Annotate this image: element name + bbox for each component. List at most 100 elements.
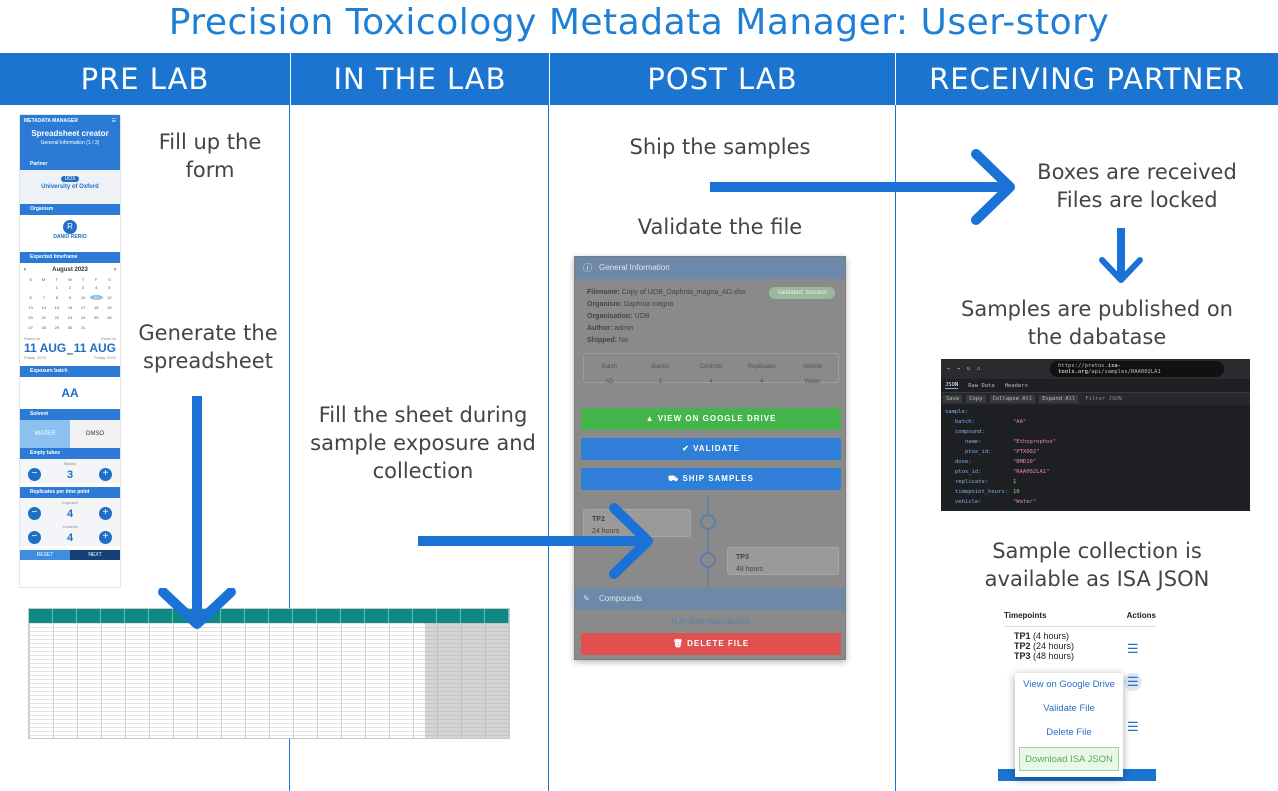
weekday-label: S (29, 277, 32, 282)
tab-raw-data[interactable]: Raw Data (968, 383, 995, 389)
arrow-ship-shaft (710, 182, 1010, 192)
next-button[interactable]: NEXT (70, 550, 120, 560)
menu-icon[interactable]: ☰ (112, 118, 116, 124)
calendar-day[interactable]: 30 (63, 325, 76, 330)
organism-code[interactable]: R (63, 220, 77, 234)
back-icon[interactable]: ← (947, 366, 950, 372)
calendar-day[interactable]: 29 (50, 325, 63, 330)
expand-all-button[interactable]: Expand All (1039, 395, 1079, 403)
calendar-day[interactable]: 8 (50, 295, 63, 300)
json-value: "PTX002" (1013, 449, 1040, 455)
calendar-day[interactable]: 19 (103, 305, 116, 310)
delete-file-button[interactable]: 🗑 DELETE FILE (581, 633, 841, 655)
timepoint-label: TP1 (1014, 631, 1031, 641)
calendar-month: August 2023 (52, 267, 88, 273)
calendar-day[interactable]: 3 (77, 285, 90, 290)
timepoint-hours: (4 hours) (1033, 631, 1070, 641)
calendar-day[interactable]: 12 (103, 295, 116, 300)
plus-icon[interactable]: + (99, 507, 112, 520)
json-line: name: "Ethoprophos" (941, 437, 1250, 447)
arrow-down-head (158, 588, 236, 629)
step-isa-json: Sample collection is available as ISA JS… (984, 539, 1210, 591)
solvent-dmso-option[interactable]: DMSO (70, 420, 120, 448)
partner-section: Partner (20, 159, 120, 170)
calendar-day[interactable]: 15 (50, 305, 63, 310)
calendar-day[interactable]: 10 (77, 295, 90, 300)
column-header-in-lab: IN THE LAB (333, 62, 507, 96)
calendar-day[interactable]: 27 (24, 325, 37, 330)
calendar-day[interactable]: 21 (37, 315, 50, 320)
calendar-day[interactable]: 1 (50, 285, 63, 290)
column-header-pre-lab: PRE LAB (80, 62, 210, 96)
minus-icon[interactable]: − (28, 507, 41, 520)
menu-validate-file[interactable]: Validate File (1015, 697, 1123, 721)
home-icon[interactable]: ⌂ (977, 366, 980, 372)
spreadsheet-header-row (29, 609, 509, 623)
shipped-value: No (618, 337, 628, 344)
calendar-day[interactable]: 31 (77, 325, 90, 330)
app-brand: METADATA MANAGER (24, 118, 78, 124)
url-bar[interactable]: https://pretox.isa-tools.org/api/samples… (1050, 361, 1225, 377)
actions-menu-icon[interactable]: ☰ (1124, 673, 1142, 691)
timeline-dot (700, 514, 716, 530)
calendar-day[interactable]: 14 (37, 305, 50, 310)
json-key: sample: (945, 409, 969, 415)
menu-view-on-google-drive[interactable]: View on Google Drive (1015, 673, 1123, 697)
actions-menu-icon[interactable]: ☰ (1127, 641, 1139, 657)
reset-button[interactable]: RESET (20, 550, 70, 560)
delete-button-label: DELETE FILE (687, 639, 750, 648)
tab-json[interactable]: JSON (945, 382, 959, 389)
tab-headers[interactable]: Headers (1005, 383, 1028, 389)
calendar-day[interactable]: 17 (77, 305, 90, 310)
reload-icon[interactable]: ↻ (967, 366, 970, 372)
partner-code[interactable]: UOX (60, 176, 80, 182)
calendar-day[interactable]: 2 (63, 285, 76, 290)
calendar[interactable]: ‹ August 2023 › SMTWTFS 1 2 3 4 5 6 7 8 9 10 11 12 1… (20, 263, 120, 362)
menu-delete-file[interactable]: Delete File (1015, 721, 1123, 745)
calendar-day[interactable]: 22 (50, 315, 63, 320)
copy-button[interactable]: Copy (966, 395, 986, 403)
calendar-day[interactable]: 24 (77, 315, 90, 320)
chevron-right-icon[interactable]: › (114, 267, 116, 273)
calendar-day[interactable]: 16 (63, 305, 76, 310)
forward-icon[interactable]: → (957, 366, 960, 372)
view-on-google-drive-button[interactable]: ▲ VIEW ON GOOGLE DRIVE (581, 408, 841, 430)
app-subheading: General Information (1 / 3) (40, 140, 100, 146)
author-label: Author: (587, 325, 613, 332)
calendar-day (90, 325, 103, 330)
plus-icon[interactable]: + (99, 531, 112, 544)
calendar-day[interactable]: 11 (89, 295, 103, 300)
calendar-day[interactable]: 23 (63, 315, 76, 320)
calendar-day[interactable]: 4 (90, 285, 103, 290)
ship-samples-button[interactable]: ⛟ SHIP SAMPLES (581, 468, 841, 490)
calendar-day[interactable]: 20 (24, 315, 37, 320)
filter-json-input[interactable]: Filter JSON (1082, 395, 1124, 403)
json-line: compound: (941, 427, 1250, 437)
calendar-day[interactable]: 18 (90, 305, 103, 310)
calendar-day[interactable]: 6 (24, 295, 37, 300)
actions-menu-icon[interactable]: ☰ (1127, 719, 1139, 735)
truck-icon: ⛟ (668, 474, 680, 483)
minus-icon[interactable]: − (28, 468, 41, 481)
validate-button[interactable]: ✔ VALIDATE (581, 438, 841, 460)
controls-value: 4 (66, 531, 74, 544)
calendar-day[interactable]: 13 (24, 305, 37, 310)
plus-icon[interactable]: + (99, 468, 112, 481)
json-line: ptox_id: "RAA002LA1" (941, 467, 1250, 477)
step-generate-spreadsheet: Generate the spreadsheet (138, 321, 278, 373)
calendar-day[interactable]: 26 (103, 315, 116, 320)
minus-icon[interactable]: − (28, 531, 41, 544)
solvent-water-option[interactable]: WATER (20, 420, 70, 448)
calendar-day[interactable]: 25 (90, 315, 103, 320)
calendar-day[interactable]: 28 (37, 325, 50, 330)
collapse-all-button[interactable]: Collapse All (989, 395, 1036, 403)
calendar-day[interactable]: 5 (103, 285, 116, 290)
calendar-day[interactable]: 9 (63, 295, 76, 300)
calendar-day[interactable]: 7 (37, 295, 50, 300)
calendar-weekdays: SMTWTFS (24, 277, 116, 282)
solvent-section: Solvent (20, 409, 120, 420)
menu-download-isa-json[interactable]: Download ISA JSON (1019, 747, 1119, 771)
json-line: dose: "BMD10" (941, 457, 1250, 467)
chevron-left-icon[interactable]: ‹ (24, 267, 26, 273)
save-button[interactable]: Save (943, 395, 963, 403)
